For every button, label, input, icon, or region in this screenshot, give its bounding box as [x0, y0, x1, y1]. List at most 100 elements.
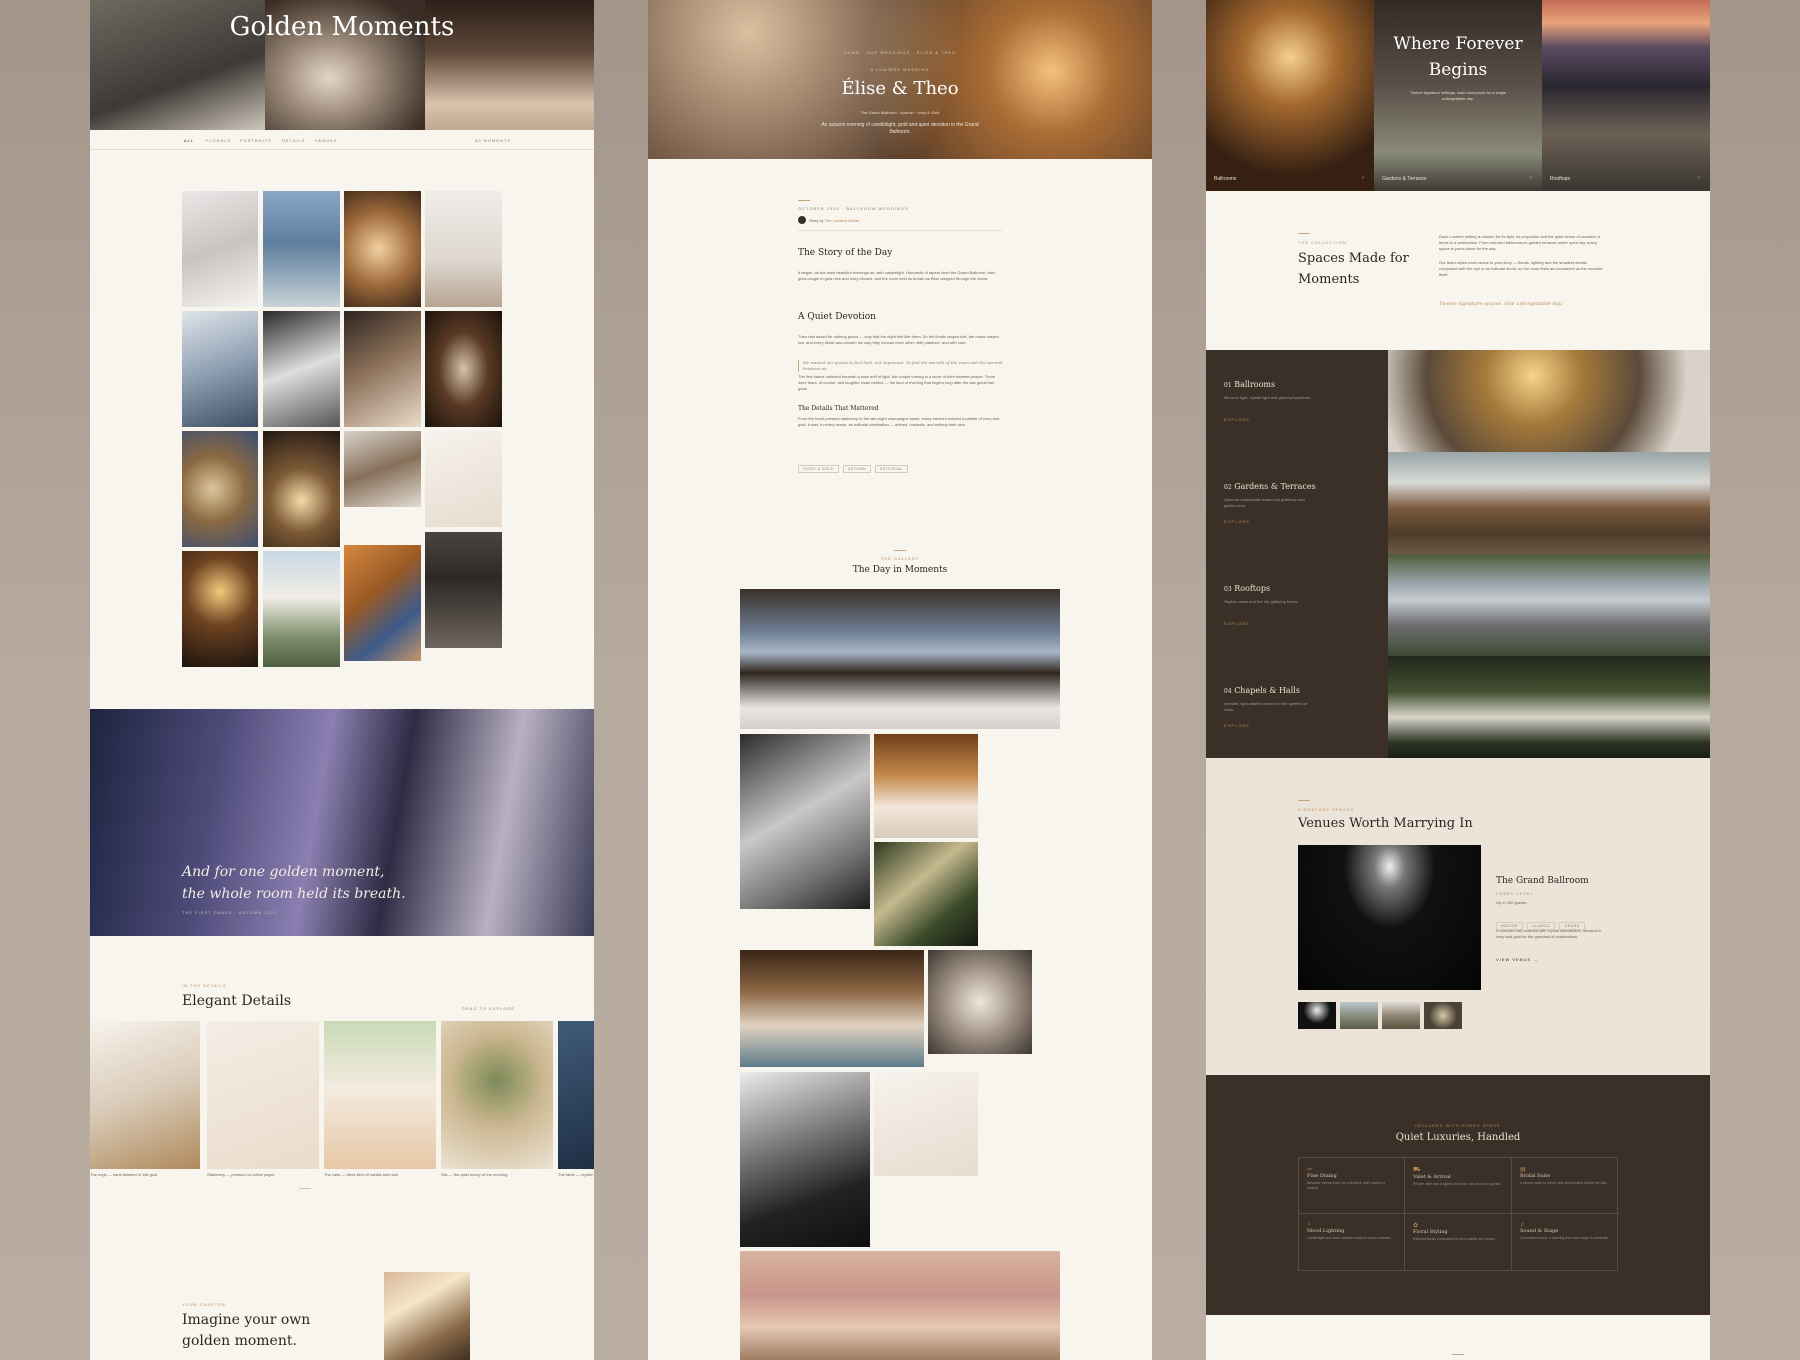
arrow-icon[interactable]: ›: [1530, 175, 1532, 181]
tag-chip[interactable]: IVORY & GOLD: [798, 465, 839, 473]
venue-title: Ballrooms: [1234, 380, 1276, 389]
detail-card[interactable]: [441, 1021, 553, 1169]
venue-row[interactable]: 02 Gardens & Terraces Open air ceremonie…: [1206, 452, 1710, 554]
venue-row[interactable]: 03 Rooftops Skyline views and the city g…: [1206, 554, 1710, 656]
gallery-photo[interactable]: [182, 311, 258, 427]
divider: [1298, 233, 1310, 234]
venue-thumb[interactable]: [1340, 1002, 1378, 1029]
venue-number: 04: [1224, 688, 1232, 695]
explore-link[interactable]: EXPLORE: [1224, 519, 1250, 524]
explore-link[interactable]: EXPLORE: [1224, 621, 1250, 626]
hero-panel-rooftops[interactable]: [1542, 0, 1710, 191]
venues-hero: Where Forever Begins Twelve signature se…: [1206, 0, 1710, 191]
filter-details[interactable]: DETAILS: [282, 138, 305, 143]
gallery-photo[interactable]: [425, 311, 502, 427]
body-text: The first dance unfolded beneath a slow …: [798, 374, 996, 391]
detail-caption: The rings — hand finished in 18k gold: [90, 1172, 158, 1177]
amenity-desc: Concealed sound, a dancing floor and sta…: [1520, 1236, 1609, 1240]
couple-title: Élise & Theo: [841, 78, 959, 99]
venue-desc: Open air ceremonies framed by greenery a…: [1224, 497, 1305, 508]
venue-thumb[interactable]: [1382, 1002, 1420, 1029]
gallery-photo[interactable]: [182, 191, 258, 307]
venue-name: 01 Ballrooms: [1224, 380, 1275, 389]
gallery-photo[interactable]: [344, 545, 421, 661]
car-icon: ⛟: [1413, 1167, 1421, 1173]
body-text: From the hand-pressed stationery to the …: [798, 416, 1000, 427]
venue-title: Chapels & Halls: [1234, 686, 1300, 695]
gallery-photo[interactable]: [263, 191, 340, 307]
gallery-photo[interactable]: [344, 431, 421, 507]
tag-chip[interactable]: AUTUMN: [842, 465, 871, 473]
gallery-photo[interactable]: [425, 532, 502, 648]
venue-row[interactable]: 04 Chapels & Halls Intimate, light-washe…: [1206, 656, 1710, 758]
gallery-photo[interactable]: [740, 1251, 1060, 1360]
detail-card[interactable]: [207, 1021, 319, 1169]
view-venue-link[interactable]: VIEW VENUE →: [1496, 957, 1538, 962]
gallery-photo[interactable]: [740, 589, 1060, 729]
gallery-photo[interactable]: [182, 431, 258, 547]
gallery-photo[interactable]: [740, 734, 870, 909]
gallery-photo[interactable]: [263, 431, 340, 547]
meta-venue: The Grand Ballroom: [860, 110, 897, 115]
gallery-page-column: Golden Moments ALL FLORALS PORTRAITS DET…: [90, 0, 594, 1360]
date-tag: OCTOBER 2024 · BALLROOM WEDDINGS: [798, 206, 909, 211]
gallery-photo[interactable]: [263, 551, 340, 667]
filter-portraits[interactable]: PORTRAITS: [240, 138, 272, 143]
hero-panel-ballrooms[interactable]: [1206, 0, 1374, 191]
featured-venue-desc: A mirrored hall crowned with crystal cha…: [1496, 928, 1602, 939]
hero-title-line-2: Begins: [1428, 60, 1488, 80]
amenity-cell: ♫ Sound & Stage Concealed sound, a danci…: [1512, 1214, 1619, 1270]
detail-card[interactable]: [324, 1021, 436, 1169]
breadcrumb[interactable]: HOME · OUR WEDDINGS · ÉLISE & THEO: [648, 50, 1152, 55]
gallery-photo[interactable]: [344, 311, 421, 427]
quote-line-2: the whole room held its breath.: [182, 886, 406, 902]
hero-label[interactable]: Rooftops: [1550, 176, 1570, 182]
detail-caption: Stationery — pressed on cotton paper: [207, 1172, 275, 1177]
gallery-photo[interactable]: [263, 311, 340, 427]
detail-caption: The table — crystal: [558, 1172, 593, 1177]
filter-all[interactable]: ALL: [184, 138, 194, 143]
cta-line-1: Imagine your own: [182, 1312, 311, 1328]
dining-icon: ✂: [1307, 1167, 1313, 1173]
explore-link[interactable]: EXPLORE: [1224, 417, 1250, 422]
hero-intro: An autumn evening of candlelight, gold a…: [821, 122, 979, 135]
explore-link[interactable]: EXPLORE: [1224, 723, 1250, 728]
amenity-name: Floral Styling: [1413, 1229, 1448, 1235]
filter-florals[interactable]: FLORALS: [206, 138, 231, 143]
gallery-photo[interactable]: [182, 551, 258, 667]
featured-venue-photo[interactable]: [1298, 845, 1481, 990]
gallery-photo[interactable]: [740, 1072, 870, 1247]
section-heading: A Quiet Devotion: [798, 312, 876, 322]
gallery-photo[interactable]: [874, 734, 978, 838]
gallery-photo[interactable]: [874, 842, 978, 946]
hero-label[interactable]: Ballrooms: [1214, 176, 1236, 182]
luxuries-section: INCLUDED WITH EVERY SPACE Quiet Luxuries…: [1206, 1075, 1710, 1315]
gallery-photo[interactable]: [344, 191, 421, 307]
tag-chip[interactable]: EDITORIAL: [874, 465, 908, 473]
hero-subtitle: Twelve signature settings, each composed…: [1409, 90, 1507, 101]
gallery-photo[interactable]: [425, 191, 502, 307]
collection-signature: Twelve signature spaces. One unforgettab…: [1439, 301, 1563, 307]
gallery-photo[interactable]: [740, 950, 924, 1067]
arrow-icon[interactable]: ›: [1698, 175, 1700, 181]
gallery-photo[interactable]: [928, 950, 1032, 1054]
venue-row[interactable]: 01 Ballrooms Mirrored light, crystal lig…: [1206, 350, 1710, 452]
venue-thumb[interactable]: [1424, 1002, 1462, 1029]
venues-page-column: Where Forever Begins Twelve signature se…: [1206, 0, 1710, 1360]
detail-caption: The cake — three tiers of vanilla and ro…: [324, 1172, 399, 1177]
venue-desc: Mirrored light, crystal light and grand …: [1224, 395, 1311, 400]
detail-card[interactable]: [90, 1021, 200, 1169]
author-link[interactable]: The Lumière Atelier: [825, 218, 860, 223]
arrow-icon: →: [1533, 957, 1539, 962]
filter-nav: ALL FLORALS PORTRAITS DETAILS VENUES 60 …: [90, 130, 594, 150]
venue-photo: [1388, 452, 1710, 554]
arrow-icon[interactable]: ›: [1362, 175, 1364, 181]
hero-label[interactable]: Gardens & Terraces: [1382, 176, 1426, 182]
filter-venues[interactable]: VENUES: [315, 138, 337, 143]
detail-card[interactable]: [558, 1021, 594, 1169]
gallery-photo[interactable]: [425, 431, 502, 527]
venue-thumb[interactable]: [1298, 1002, 1336, 1029]
tag-list: IVORY & GOLD AUTUMN EDITORIAL: [798, 457, 912, 475]
gallery-photo[interactable]: [874, 1072, 978, 1176]
gallery-eyebrow: THE GALLERY: [880, 556, 920, 561]
